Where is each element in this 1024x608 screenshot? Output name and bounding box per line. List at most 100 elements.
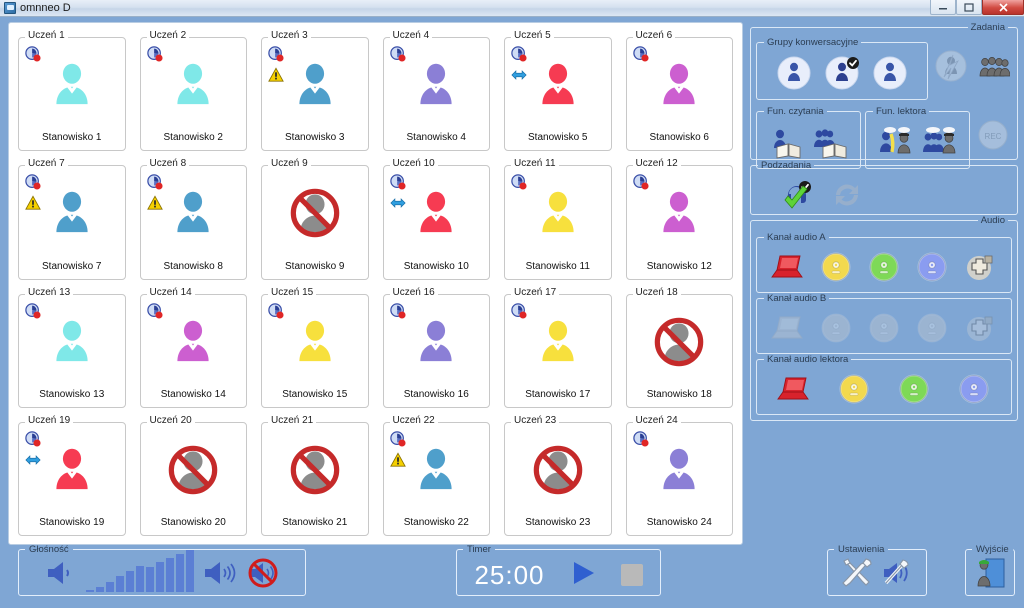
student-status-badges: [268, 46, 284, 83]
all-groups-button[interactable]: [974, 47, 1012, 85]
volume-level-bar[interactable]: [96, 587, 104, 592]
student-card[interactable]: Uczeń 18 Stanowisko 18: [625, 286, 733, 408]
exit-button[interactable]: [974, 556, 1006, 595]
volume-level-bar[interactable]: [106, 582, 114, 592]
station-label: Stanowisko 18: [646, 388, 712, 400]
student-card[interactable]: Uczeń 13 Stanowisko 13: [18, 286, 126, 408]
clock-badge: [389, 431, 406, 447]
volume-level-bar[interactable]: [166, 558, 174, 592]
volume-up-button[interactable]: [202, 558, 238, 593]
station-label: Stanowisko 12: [646, 260, 712, 272]
student-card[interactable]: Uczeń 11 Stanowisko 11: [504, 158, 612, 280]
exit-panel: Wyjście: [965, 544, 1015, 596]
student-card-wrapper: Uczeń 11 Stanowisko 11: [497, 155, 619, 283]
volume-level-meter[interactable]: [86, 550, 194, 592]
channel-a-cd-yellow-button[interactable]: [818, 249, 854, 285]
channel-lecturer-cd-yellow-button[interactable]: [836, 371, 872, 407]
channel-lecturer-cd-blue-button[interactable]: [956, 371, 992, 407]
lecturer-single-button[interactable]: [877, 123, 915, 161]
student-card[interactable]: Uczeń 14 Stanowisko 14: [139, 286, 247, 408]
clock-badge-icon: [389, 174, 406, 190]
student-card-wrapper: Uczeń 7 Stanowisko 7: [11, 155, 133, 283]
break-conversation-button[interactable]: [932, 47, 970, 85]
student-card[interactable]: Uczeń 2 Stanowisko 2: [139, 30, 247, 152]
channel-b-cd-green-button[interactable]: [866, 310, 902, 346]
warning-badge: [268, 67, 284, 83]
channel-b-add-button[interactable]: [962, 310, 998, 346]
channel-lecturer-laptop-button[interactable]: [776, 371, 812, 407]
student-card[interactable]: Uczeń 22 Stanowisko 22: [382, 414, 490, 536]
avatar-icon: [542, 63, 574, 105]
clock-badge: [268, 302, 284, 319]
mute-button[interactable]: [246, 557, 280, 594]
student-card[interactable]: Uczeń 8 Stanowisko 8: [139, 158, 247, 280]
conversation-groups-group: Grupy konwersacyjne: [756, 37, 928, 100]
timer-stop-button[interactable]: [620, 564, 643, 586]
volume-level-bar[interactable]: [126, 571, 134, 592]
reading-single-button[interactable]: [768, 123, 806, 161]
clock-badge-icon: [25, 174, 41, 190]
channel-b-laptop-button[interactable]: [770, 310, 806, 346]
student-card[interactable]: Uczeń 1 Stanowisko 1: [18, 30, 126, 152]
student-card[interactable]: Uczeń 7 Stanowisko 7: [18, 158, 126, 280]
reading-group-button[interactable]: [812, 123, 850, 161]
volume-level-bar[interactable]: [116, 576, 124, 592]
channel-a-add-button[interactable]: [962, 249, 998, 285]
clock-badge-icon: [146, 46, 163, 62]
clock-badge: [632, 174, 649, 190]
student-card[interactable]: Uczeń 6 Stanowisko 6: [625, 30, 733, 152]
volume-group: Głośność: [18, 544, 306, 596]
warning-badge-icon: [268, 67, 284, 82]
student-card-wrapper: Uczeń 17 Stanowisko 17: [497, 284, 619, 412]
channel-lecturer-cd-green-button[interactable]: [896, 371, 932, 407]
volume-level-bar[interactable]: [186, 550, 194, 592]
student-card-wrapper: Uczeń 9 Stanowisko 9: [254, 155, 376, 283]
refresh-subtask-button[interactable]: [828, 176, 866, 214]
channel-a-cd-green-button[interactable]: [866, 249, 902, 285]
maximize-button[interactable]: [956, 0, 982, 15]
student-card[interactable]: Uczeń 23 Stanowisko 23: [504, 414, 612, 536]
student-card[interactable]: Uczeń 9 Stanowisko 9: [261, 158, 369, 280]
avatar-blocked-icon: [654, 317, 704, 366]
student-card-wrapper: Uczeń 18 Stanowisko 18: [619, 284, 741, 412]
student-card[interactable]: Uczeń 4 Stanowisko 4: [382, 30, 490, 152]
confirm-subtask-button[interactable]: [778, 176, 816, 214]
student-status-badges: [268, 302, 284, 319]
volume-level-bar[interactable]: [86, 590, 94, 592]
student-card[interactable]: Uczeń 10 Stanowisko 10: [382, 158, 490, 280]
student-card-wrapper: Uczeń 4 Stanowisko 4: [376, 27, 498, 155]
student-card[interactable]: Uczeń 24 Stanowisko 24: [625, 414, 733, 536]
student-card[interactable]: Uczeń 20 Stanowisko 20: [139, 414, 247, 536]
student-card[interactable]: Uczeń 19 Stanowisko 19: [18, 414, 126, 536]
lecturer-group-button[interactable]: [921, 123, 959, 161]
clock-badge-icon: [632, 431, 649, 447]
channel-b-cd-yellow-button[interactable]: [818, 310, 854, 346]
channel-a-cd-blue-button[interactable]: [914, 249, 950, 285]
volume-down-button[interactable]: [44, 558, 78, 593]
group-3-button[interactable]: [871, 54, 909, 92]
minimize-button[interactable]: [930, 0, 956, 15]
record-button[interactable]: REC: [974, 116, 1012, 154]
student-card[interactable]: Uczeń 21 Stanowisko 21: [261, 414, 369, 536]
volume-level-bar[interactable]: [136, 566, 144, 592]
close-button[interactable]: [982, 0, 1024, 15]
student-card[interactable]: Uczeń 17 Stanowisko 17: [504, 286, 612, 408]
timer-play-button[interactable]: [569, 559, 597, 592]
student-card[interactable]: Uczeń 16 Stanowisko 16: [382, 286, 490, 408]
channel-a-laptop-button[interactable]: [770, 249, 806, 285]
reading-legend: Fun. czytania: [767, 106, 824, 117]
student-card[interactable]: Uczeń 12 Stanowisko 12: [625, 158, 733, 280]
group-2-button[interactable]: [823, 54, 861, 92]
student-card[interactable]: Uczeń 3 Stanowisko 3: [261, 30, 369, 152]
student-card[interactable]: Uczeń 15 Stanowisko 15: [261, 286, 369, 408]
student-card[interactable]: Uczeń 5 Stanowisko 5: [504, 30, 612, 152]
volume-level-bar[interactable]: [146, 567, 154, 592]
arrows-badge: [389, 195, 406, 211]
settings-tools-button[interactable]: [840, 557, 874, 594]
group-1-button[interactable]: [775, 54, 813, 92]
channel-b-cd-blue-button[interactable]: [914, 310, 950, 346]
double-arrow-badge-icon: [25, 454, 41, 465]
audio-settings-button[interactable]: [880, 557, 914, 594]
volume-level-bar[interactable]: [156, 562, 164, 592]
volume-level-bar[interactable]: [176, 554, 184, 592]
